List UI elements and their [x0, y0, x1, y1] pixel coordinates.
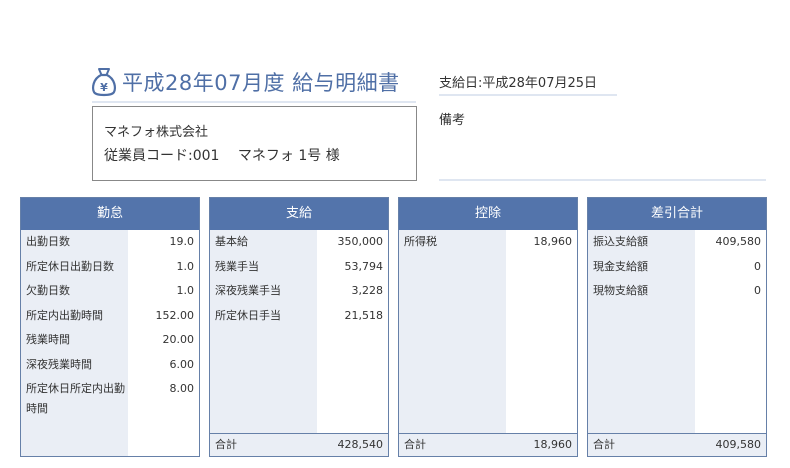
attendance-panel: 勤怠 出勤日数 19.0 所定休日出勤日数 1.0 欠勤日数 1.0 所定内出勤… [20, 197, 200, 457]
attendance-label: 出勤日数 [26, 235, 70, 248]
deduction-value: 18,960 [533, 235, 573, 248]
net-pay-header: 差引合計 [588, 198, 766, 230]
deduction-total-row: 合計 18,960 [399, 433, 577, 456]
pay-date-underline [439, 94, 617, 96]
attendance-label: 残業時間 [26, 333, 70, 346]
deduction-label: 所得税 [404, 235, 437, 248]
payment-total-value: 428,540 [337, 438, 384, 451]
remarks-underline [439, 179, 766, 181]
net-pay-value: 409,580 [715, 235, 762, 248]
attendance-value: 152.00 [155, 308, 195, 322]
payment-label: 深夜残業手当 [215, 284, 281, 297]
attendance-label: 所定休日出勤日数 [26, 259, 114, 273]
net-pay-label: 振込支給額 [593, 235, 648, 248]
net-pay-value: 0 [754, 259, 761, 273]
payment-header: 支給 [210, 198, 388, 230]
attendance-value: 1.0 [176, 284, 195, 297]
net-pay-total-label: 合計 [593, 438, 615, 451]
attendance-label: 所定内出勤時間 [26, 308, 103, 322]
net-pay-total-value: 409,580 [715, 438, 762, 451]
remarks-label: 備考 [439, 113, 466, 128]
attendance-header: 勤怠 [21, 198, 199, 230]
header-title-block: ¥ 平成28年07月度 給与明細書 [90, 64, 418, 100]
employee-info-box: マネフォ株式会社 従業員コード:001 マネフォ 1号 様 [92, 106, 417, 181]
payment-label: 基本給 [215, 235, 248, 248]
payment-value: 350,000 [337, 235, 384, 248]
attendance-label: 所定休日所定内出勤時間 [26, 382, 125, 415]
payment-value: 21,518 [344, 308, 384, 322]
net-pay-label: 現金支給額 [593, 259, 648, 273]
attendance-value: 1.0 [176, 259, 195, 273]
attendance-label: 深夜残業時間 [26, 357, 92, 371]
page-title: 平成28年07月度 給与明細書 [122, 71, 400, 95]
net-pay-label: 現物支給額 [593, 284, 648, 297]
payment-label: 所定休日手当 [215, 308, 281, 322]
deduction-label-column [399, 230, 506, 456]
deduction-total-value: 18,960 [533, 438, 573, 451]
attendance-label: 欠勤日数 [26, 284, 70, 297]
deduction-panel: 控除 所得税 18,960 合計 18,960 [398, 197, 578, 457]
attendance-value: 8.00 [169, 382, 195, 395]
payment-value: 53,794 [344, 259, 384, 273]
attendance-value: 6.00 [169, 357, 195, 371]
net-pay-panel: 差引合計 振込支給額 409,580 現金支給額 0 現物支給額 0 合計 40… [587, 197, 767, 457]
attendance-value: 20.00 [162, 333, 195, 346]
svg-text:¥: ¥ [100, 81, 108, 94]
attendance-value: 19.0 [169, 235, 195, 248]
payment-value: 3,228 [351, 284, 384, 297]
payment-total-row: 合計 428,540 [210, 433, 388, 456]
payment-panel: 支給 基本給 350,000 残業手当 53,794 深夜残業手当 3,228 … [209, 197, 389, 457]
pay-date: 支給日:平成28年07月25日 [439, 76, 598, 91]
money-bag-icon: ¥ [92, 68, 116, 97]
title-underline [92, 101, 416, 103]
payment-label: 残業手当 [215, 259, 259, 273]
employee-line: 従業員コード:001 マネフォ 1号 様 [104, 148, 340, 164]
deduction-total-label: 合計 [404, 438, 426, 451]
payment-total-label: 合計 [215, 438, 237, 451]
net-pay-total-row: 合計 409,580 [588, 433, 766, 456]
net-pay-value: 0 [754, 284, 761, 297]
company-name: マネフォ株式会社 [104, 125, 209, 140]
deduction-header: 控除 [399, 198, 577, 230]
